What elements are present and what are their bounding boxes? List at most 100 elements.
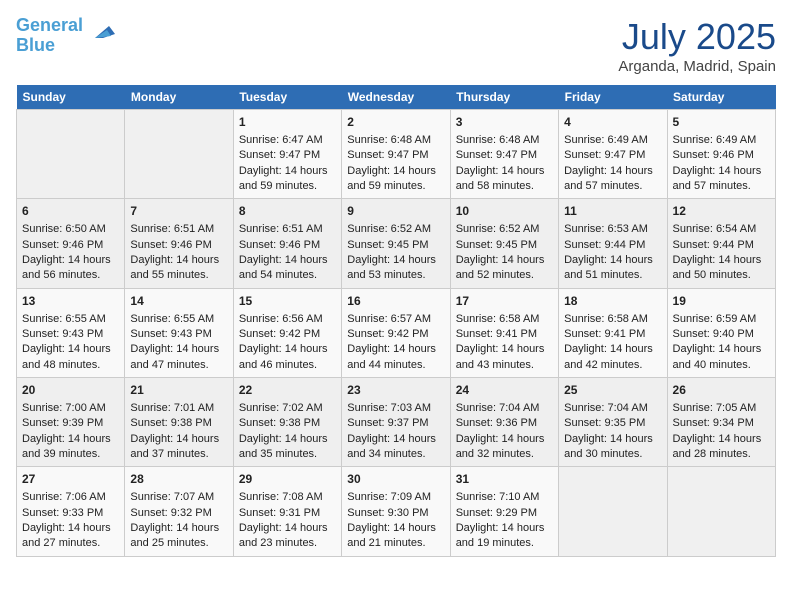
day-number: 30 xyxy=(347,471,444,488)
logo-line1: General xyxy=(16,15,83,35)
daylight-text: Daylight: 14 hours and 23 minutes. xyxy=(239,521,336,552)
sunset-text: Sunset: 9:37 PM xyxy=(347,416,444,431)
day-number: 11 xyxy=(564,203,661,220)
daylight-text: Daylight: 14 hours and 19 minutes. xyxy=(456,521,553,552)
calendar-cell: 14Sunrise: 6:55 AMSunset: 9:43 PMDayligh… xyxy=(125,288,233,377)
sunset-text: Sunset: 9:36 PM xyxy=(456,416,553,431)
calendar-cell: 15Sunrise: 6:56 AMSunset: 9:42 PMDayligh… xyxy=(233,288,341,377)
weekday-header: Friday xyxy=(559,85,667,110)
sunrise-text: Sunrise: 7:02 AM xyxy=(239,401,336,416)
daylight-text: Daylight: 14 hours and 50 minutes. xyxy=(673,253,770,284)
day-number: 12 xyxy=(673,203,770,220)
sunset-text: Sunset: 9:46 PM xyxy=(22,238,119,253)
daylight-text: Daylight: 14 hours and 46 minutes. xyxy=(239,342,336,373)
weekday-header: Sunday xyxy=(17,85,125,110)
calendar-cell: 31Sunrise: 7:10 AMSunset: 9:29 PMDayligh… xyxy=(450,467,558,556)
daylight-text: Daylight: 14 hours and 35 minutes. xyxy=(239,432,336,463)
sunset-text: Sunset: 9:46 PM xyxy=(130,238,227,253)
sunset-text: Sunset: 9:46 PM xyxy=(673,148,770,163)
day-number: 27 xyxy=(22,471,119,488)
day-number: 26 xyxy=(673,382,770,399)
sunrise-text: Sunrise: 6:51 AM xyxy=(130,222,227,237)
sunset-text: Sunset: 9:47 PM xyxy=(347,148,444,163)
calendar-header: SundayMondayTuesdayWednesdayThursdayFrid… xyxy=(17,85,776,110)
sunrise-text: Sunrise: 6:52 AM xyxy=(347,222,444,237)
calendar-cell: 6Sunrise: 6:50 AMSunset: 9:46 PMDaylight… xyxy=(17,199,125,288)
calendar-cell: 5Sunrise: 6:49 AMSunset: 9:46 PMDaylight… xyxy=(667,110,775,199)
daylight-text: Daylight: 14 hours and 21 minutes. xyxy=(347,521,444,552)
sunset-text: Sunset: 9:43 PM xyxy=(22,327,119,342)
day-number: 13 xyxy=(22,293,119,310)
sunset-text: Sunset: 9:31 PM xyxy=(239,506,336,521)
sunrise-text: Sunrise: 7:07 AM xyxy=(130,490,227,505)
day-number: 9 xyxy=(347,203,444,220)
day-number: 1 xyxy=(239,114,336,131)
daylight-text: Daylight: 14 hours and 44 minutes. xyxy=(347,342,444,373)
day-number: 29 xyxy=(239,471,336,488)
day-number: 10 xyxy=(456,203,553,220)
sunset-text: Sunset: 9:45 PM xyxy=(347,238,444,253)
sunrise-text: Sunrise: 6:55 AM xyxy=(130,312,227,327)
sunset-text: Sunset: 9:43 PM xyxy=(130,327,227,342)
sunset-text: Sunset: 9:35 PM xyxy=(564,416,661,431)
daylight-text: Daylight: 14 hours and 59 minutes. xyxy=(239,164,336,195)
sunrise-text: Sunrise: 7:05 AM xyxy=(673,401,770,416)
day-number: 28 xyxy=(130,471,227,488)
sunrise-text: Sunrise: 6:47 AM xyxy=(239,133,336,148)
weekday-header: Tuesday xyxy=(233,85,341,110)
sunrise-text: Sunrise: 6:49 AM xyxy=(673,133,770,148)
day-number: 22 xyxy=(239,382,336,399)
daylight-text: Daylight: 14 hours and 32 minutes. xyxy=(456,432,553,463)
daylight-text: Daylight: 14 hours and 28 minutes. xyxy=(673,432,770,463)
weekday-header: Monday xyxy=(125,85,233,110)
calendar-cell: 1Sunrise: 6:47 AMSunset: 9:47 PMDaylight… xyxy=(233,110,341,199)
daylight-text: Daylight: 14 hours and 54 minutes. xyxy=(239,253,336,284)
calendar-cell: 7Sunrise: 6:51 AMSunset: 9:46 PMDaylight… xyxy=(125,199,233,288)
logo: General Blue xyxy=(16,16,117,56)
daylight-text: Daylight: 14 hours and 48 minutes. xyxy=(22,342,119,373)
sunrise-text: Sunrise: 6:54 AM xyxy=(673,222,770,237)
location: Arganda, Madrid, Spain xyxy=(618,58,776,75)
calendar-cell: 23Sunrise: 7:03 AMSunset: 9:37 PMDayligh… xyxy=(342,378,450,467)
sunset-text: Sunset: 9:39 PM xyxy=(22,416,119,431)
calendar-week-row: 6Sunrise: 6:50 AMSunset: 9:46 PMDaylight… xyxy=(17,199,776,288)
page-header: General Blue July 2025 Arganda, Madrid, … xyxy=(16,16,776,75)
sunrise-text: Sunrise: 6:49 AM xyxy=(564,133,661,148)
day-number: 18 xyxy=(564,293,661,310)
daylight-text: Daylight: 14 hours and 56 minutes. xyxy=(22,253,119,284)
sunset-text: Sunset: 9:44 PM xyxy=(673,238,770,253)
daylight-text: Daylight: 14 hours and 34 minutes. xyxy=(347,432,444,463)
sunrise-text: Sunrise: 6:55 AM xyxy=(22,312,119,327)
daylight-text: Daylight: 14 hours and 39 minutes. xyxy=(22,432,119,463)
day-number: 5 xyxy=(673,114,770,131)
calendar-cell xyxy=(667,467,775,556)
title-block: July 2025 Arganda, Madrid, Spain xyxy=(618,16,776,75)
sunrise-text: Sunrise: 6:58 AM xyxy=(564,312,661,327)
sunset-text: Sunset: 9:38 PM xyxy=(239,416,336,431)
calendar-week-row: 27Sunrise: 7:06 AMSunset: 9:33 PMDayligh… xyxy=(17,467,776,556)
sunrise-text: Sunrise: 6:48 AM xyxy=(456,133,553,148)
logo-text: General Blue xyxy=(16,16,83,56)
daylight-text: Daylight: 14 hours and 27 minutes. xyxy=(22,521,119,552)
sunrise-text: Sunrise: 7:08 AM xyxy=(239,490,336,505)
sunrise-text: Sunrise: 6:48 AM xyxy=(347,133,444,148)
calendar-week-row: 13Sunrise: 6:55 AMSunset: 9:43 PMDayligh… xyxy=(17,288,776,377)
sunset-text: Sunset: 9:42 PM xyxy=(347,327,444,342)
daylight-text: Daylight: 14 hours and 53 minutes. xyxy=(347,253,444,284)
sunset-text: Sunset: 9:40 PM xyxy=(673,327,770,342)
calendar-table: SundayMondayTuesdayWednesdayThursdayFrid… xyxy=(16,85,776,557)
daylight-text: Daylight: 14 hours and 57 minutes. xyxy=(564,164,661,195)
day-number: 24 xyxy=(456,382,553,399)
calendar-cell: 18Sunrise: 6:58 AMSunset: 9:41 PMDayligh… xyxy=(559,288,667,377)
weekday-header: Wednesday xyxy=(342,85,450,110)
daylight-text: Daylight: 14 hours and 43 minutes. xyxy=(456,342,553,373)
sunrise-text: Sunrise: 7:01 AM xyxy=(130,401,227,416)
day-number: 8 xyxy=(239,203,336,220)
day-number: 7 xyxy=(130,203,227,220)
daylight-text: Daylight: 14 hours and 59 minutes. xyxy=(347,164,444,195)
sunset-text: Sunset: 9:47 PM xyxy=(564,148,661,163)
calendar-cell: 11Sunrise: 6:53 AMSunset: 9:44 PMDayligh… xyxy=(559,199,667,288)
calendar-cell: 2Sunrise: 6:48 AMSunset: 9:47 PMDaylight… xyxy=(342,110,450,199)
day-number: 3 xyxy=(456,114,553,131)
sunset-text: Sunset: 9:33 PM xyxy=(22,506,119,521)
